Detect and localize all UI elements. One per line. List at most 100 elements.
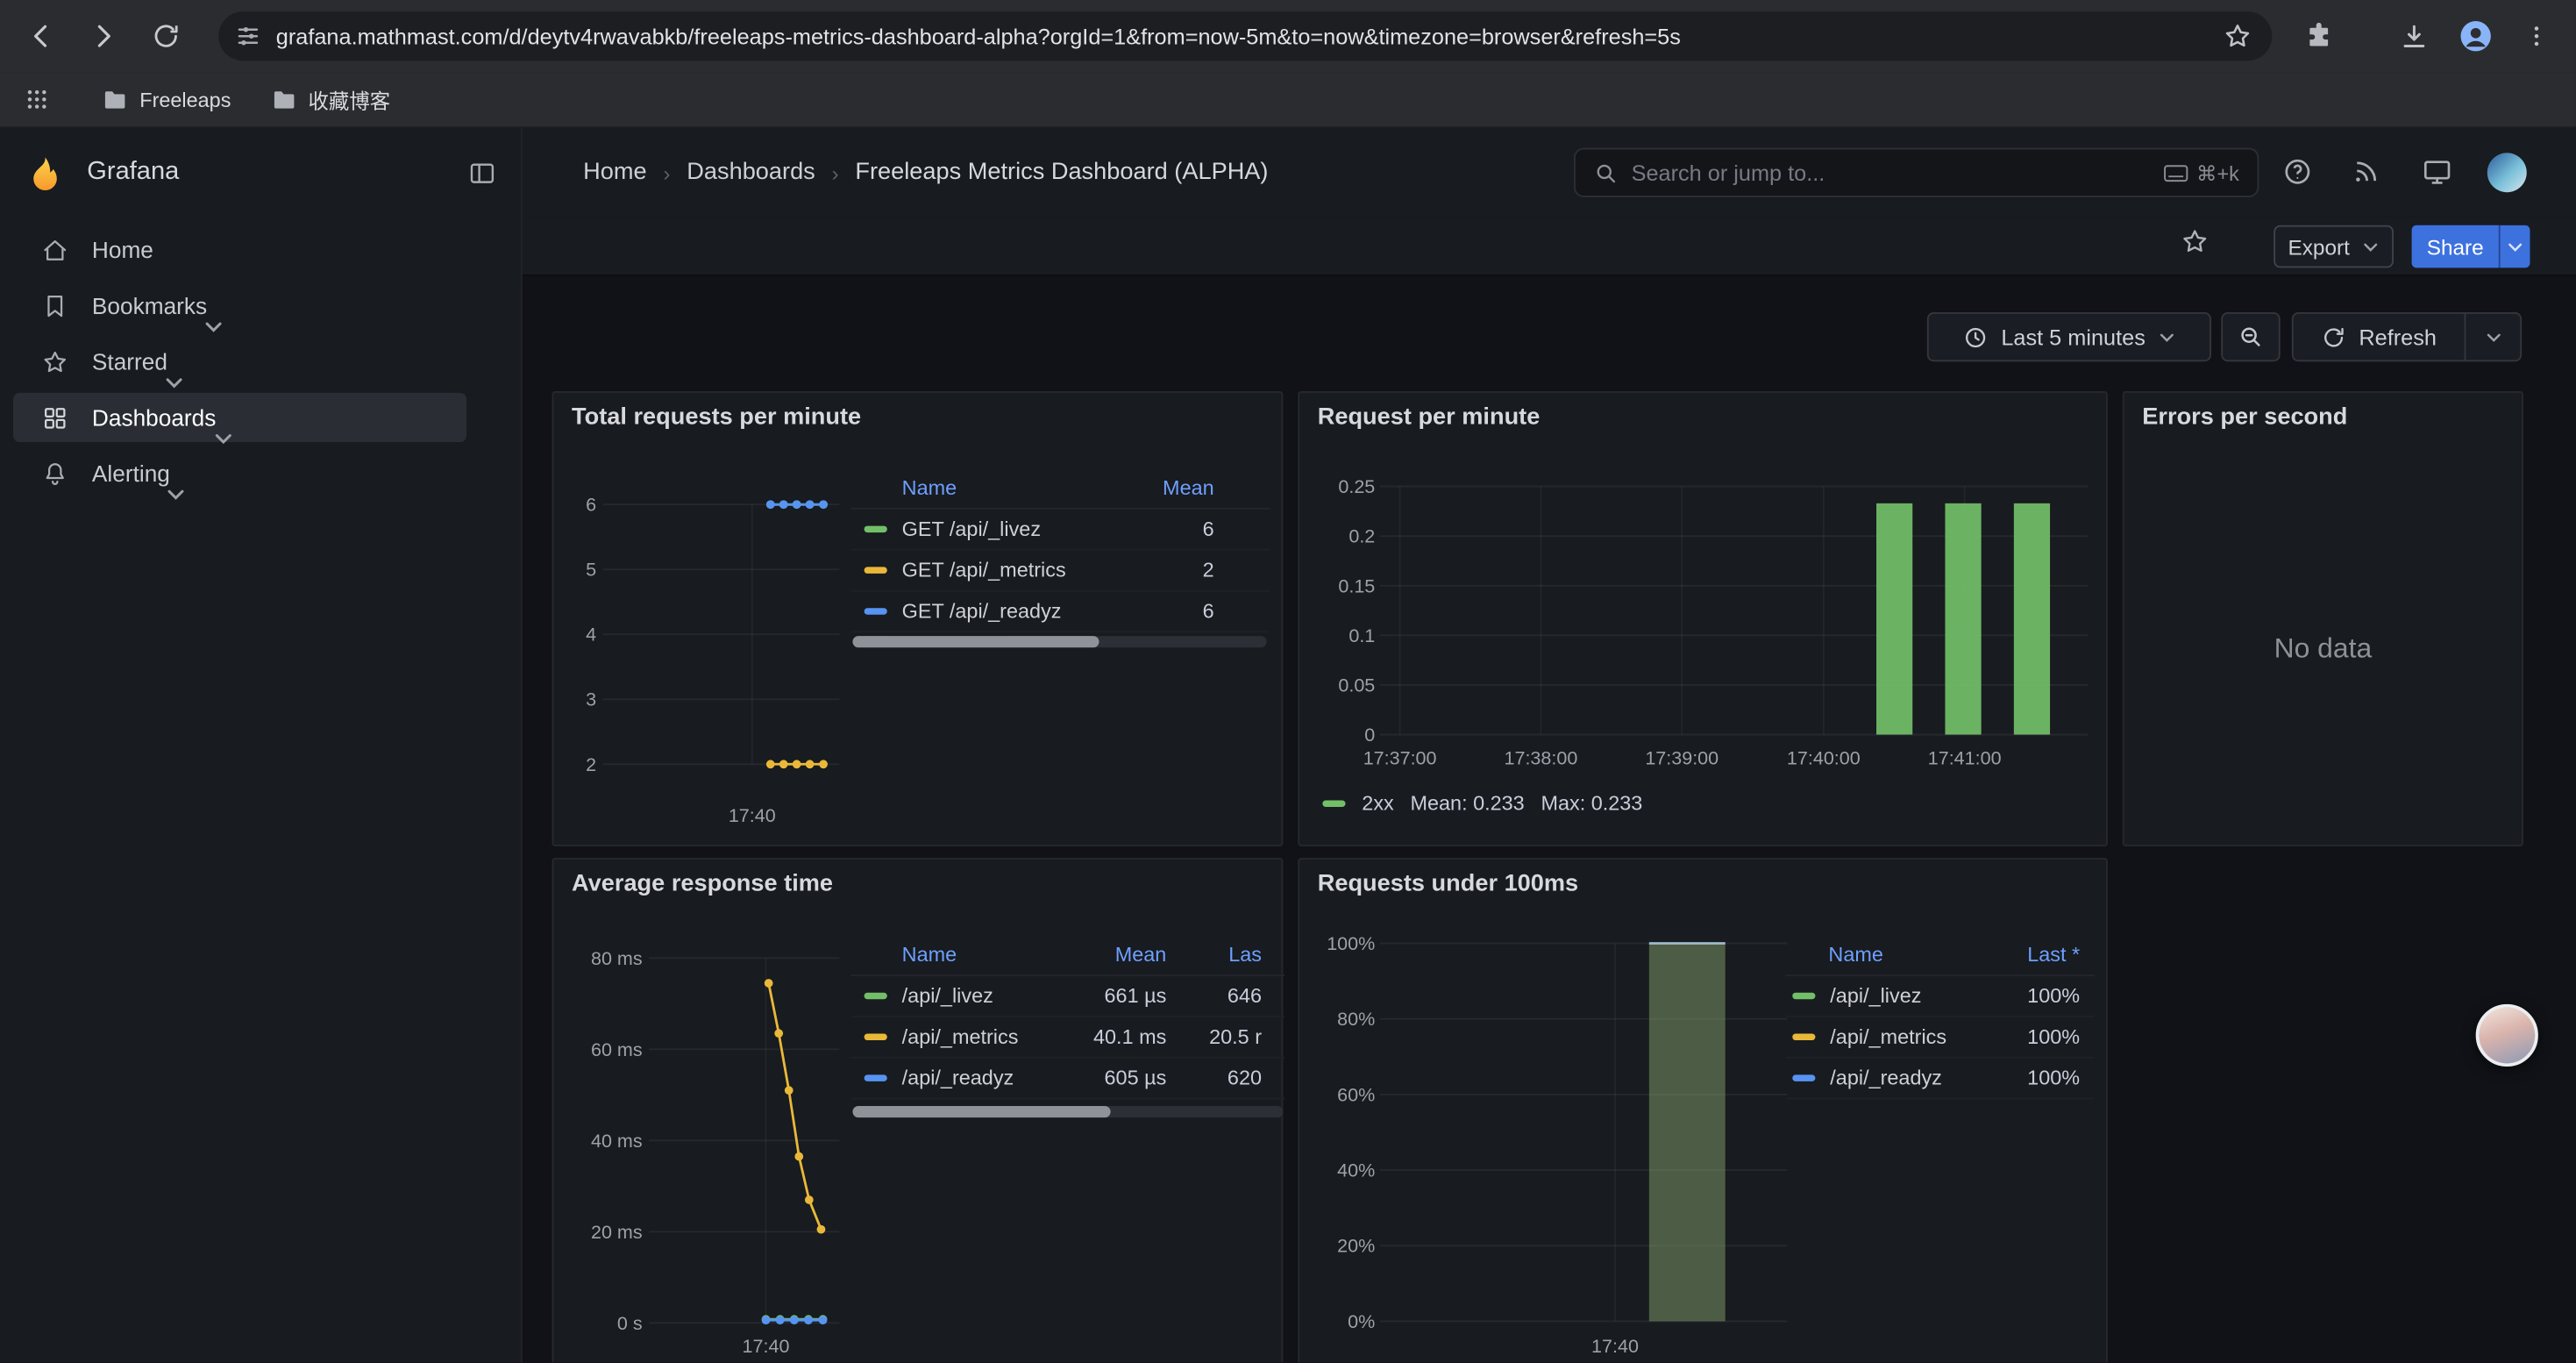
legend-row: /api/_metrics 40.1 ms 20.5 r (851, 1017, 1285, 1059)
series-last: 100% (1982, 1067, 2080, 1089)
svg-text:17:38:00: 17:38:00 (1505, 747, 1578, 768)
bell-icon (41, 460, 69, 488)
profile-button[interactable] (2448, 8, 2504, 64)
svg-text:0.1: 0.1 (1348, 625, 1375, 646)
breadcrumb-dashboards[interactable]: Dashboards (687, 160, 815, 186)
sidebar-item-starred[interactable]: Starred (0, 333, 521, 389)
series-name[interactable]: GET /api/_readyz (902, 600, 1062, 623)
grafana-home-link[interactable]: Grafana (26, 153, 179, 191)
chevron-down-icon[interactable] (167, 488, 186, 501)
back-button[interactable] (13, 8, 69, 64)
chevron-down-icon[interactable] (164, 376, 183, 389)
user-avatar[interactable] (2487, 153, 2527, 192)
grafana-logo-icon (26, 153, 64, 191)
sidebar-item-alerting[interactable]: Alerting (0, 446, 521, 502)
svg-text:0.15: 0.15 (1338, 575, 1375, 596)
refresh-icon (2321, 325, 2345, 349)
keyboard-shortcut: ⌘+k (2164, 161, 2239, 185)
site-settings-icon[interactable] (235, 23, 261, 49)
star-icon (2223, 21, 2252, 51)
bookmark-blog-favorites[interactable]: 收藏博客 (257, 77, 403, 122)
series-name[interactable]: GET /api/_metrics (902, 559, 1066, 582)
series-name[interactable]: /api/_metrics (902, 1025, 1019, 1048)
dock-sidebar-icon[interactable] (468, 159, 496, 187)
legend-header-name[interactable]: Name (1828, 943, 1981, 966)
folder-icon (102, 86, 128, 112)
svg-text:0.05: 0.05 (1338, 674, 1375, 696)
kebab-menu-icon (2523, 23, 2550, 49)
series-name[interactable]: /api/_metrics (1830, 1025, 1946, 1048)
reload-button[interactable] (138, 8, 194, 64)
panel-title[interactable]: Average response time (572, 871, 833, 897)
extensions-button[interactable] (2290, 8, 2346, 64)
legend-header-mean[interactable]: Mean (1115, 475, 1213, 498)
legend-row: /api/_livez 661 µs 646 (851, 976, 1285, 1017)
chevron-down-icon[interactable] (203, 320, 223, 333)
legend-scrollbar[interactable] (852, 1106, 1283, 1117)
sidebar-item-bookmarks[interactable]: Bookmarks (0, 278, 521, 334)
apps-grid-button[interactable] (17, 80, 56, 119)
share-button[interactable]: Share (2412, 225, 2499, 268)
panel-title[interactable]: Requests under 100ms (1318, 871, 1578, 897)
profile-avatar-icon (2458, 18, 2494, 54)
legend-header-last[interactable]: Last * (1982, 943, 2080, 966)
export-button[interactable]: Export (2274, 225, 2394, 268)
svg-text:17:40: 17:40 (729, 805, 776, 826)
panel-title[interactable]: Errors per second (2142, 404, 2347, 431)
series-name[interactable]: /api/_readyz (1830, 1067, 1942, 1089)
forward-button[interactable] (75, 8, 132, 64)
assistant-avatar[interactable] (2476, 1004, 2538, 1067)
legend-table: Name Last * /api/_livez 100% /api/_metri… (1786, 933, 2095, 1099)
share-label: Share (2427, 234, 2484, 259)
bookmarks-bar: Freeleaps 收藏博客 (0, 72, 2576, 128)
series-name[interactable]: /api/_readyz (902, 1067, 1014, 1089)
legend-header-name[interactable]: Name (902, 475, 1116, 498)
search-box[interactable]: ⌘+k (1574, 148, 2259, 197)
scrollbar-thumb[interactable] (852, 1106, 1110, 1117)
url-input[interactable] (276, 24, 2217, 48)
refresh-interval-dropdown[interactable] (2465, 312, 2523, 361)
star-outline-icon (2180, 227, 2210, 257)
panel-request-per-minute: Request per minute 0.250.20.150.10.05017… (1298, 391, 2108, 846)
sidebar-item-dashboards[interactable]: Dashboards (0, 389, 521, 446)
bookmark-page-button[interactable] (2217, 15, 2259, 58)
series-swatch (865, 1074, 887, 1081)
series-swatch (865, 608, 887, 614)
svg-text:0: 0 (1364, 724, 1375, 746)
address-bar[interactable] (218, 11, 2272, 61)
zoom-out-time-button[interactable] (2221, 312, 2280, 361)
legend-scrollbar[interactable] (852, 636, 1266, 647)
time-range-picker[interactable]: Last 5 minutes (1927, 312, 2211, 361)
share-dropdown-button[interactable] (2499, 225, 2530, 268)
legend-header-mean[interactable]: Mean (1068, 943, 1166, 966)
legend-header-last[interactable]: Las (1166, 943, 1262, 966)
browser-menu-button[interactable] (2508, 8, 2565, 64)
refresh-button[interactable]: Refresh (2292, 312, 2466, 361)
legend-table: Name Mean Las /api/_livez 661 µs 646 /ap… (851, 933, 1285, 1099)
series-name[interactable]: GET /api/_livez (902, 517, 1041, 540)
panel-title[interactable]: Request per minute (1318, 404, 1541, 431)
series-swatch (1792, 1074, 1815, 1081)
bookmark-freeleaps[interactable]: Freeleaps (89, 80, 244, 119)
chevron-down-icon[interactable] (213, 432, 232, 446)
series-name[interactable]: /api/_livez (902, 984, 993, 1007)
downloads-button[interactable] (2386, 8, 2442, 64)
search-input[interactable] (1632, 161, 2151, 185)
series-name[interactable]: 2xx (1362, 792, 1393, 815)
breadcrumb-home[interactable]: Home (583, 160, 646, 186)
breadcrumb-separator: › (663, 161, 670, 185)
panel-title[interactable]: Total requests per minute (572, 404, 861, 431)
legend-header-name[interactable]: Name (902, 943, 1068, 966)
series-mean: 2 (1115, 559, 1213, 582)
display-button[interactable] (2422, 156, 2453, 188)
help-button[interactable] (2282, 156, 2314, 188)
scrollbar-thumb[interactable] (852, 636, 1099, 647)
favorite-dashboard-button[interactable] (2180, 227, 2210, 257)
news-button[interactable] (2351, 156, 2380, 186)
sidebar-item-label: Bookmarks (92, 293, 207, 319)
sidebar-item-home[interactable]: Home (0, 222, 521, 278)
share-split-button: Share (2412, 225, 2530, 268)
series-swatch (1792, 1034, 1815, 1040)
panel-requests-under-100ms: Requests under 100ms 100%80%60%40%20%0%1… (1298, 858, 2108, 1362)
series-name[interactable]: /api/_livez (1830, 984, 1921, 1007)
